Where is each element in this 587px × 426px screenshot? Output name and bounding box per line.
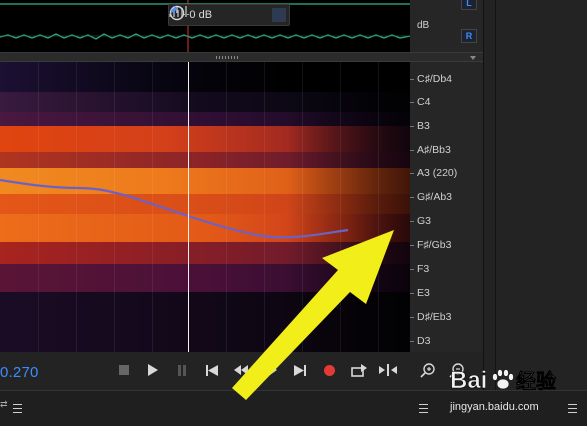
- annotation-arrow-icon: [232, 230, 394, 400]
